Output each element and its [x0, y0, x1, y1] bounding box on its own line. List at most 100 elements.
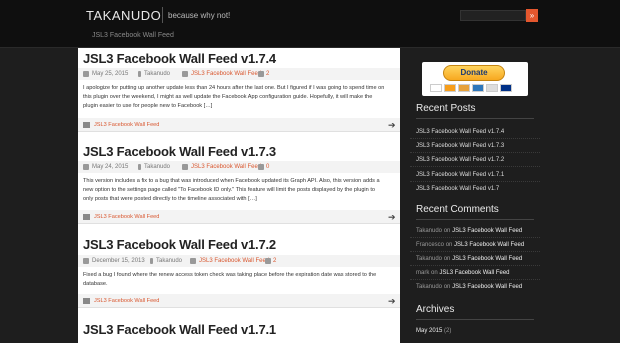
search-button[interactable]: »: [526, 9, 538, 22]
calendar-icon: [83, 71, 89, 77]
footer-category[interactable]: JSL3 Facebook Wall Feed: [94, 298, 159, 304]
post-excerpt: This version includes a fix to a bug tha…: [83, 177, 399, 203]
search-arrow-icon: »: [529, 11, 535, 20]
divider: [410, 279, 540, 280]
post-author[interactable]: Takanudo: [144, 164, 170, 170]
search-input[interactable]: [460, 10, 526, 21]
comment-author[interactable]: mark: [416, 270, 429, 276]
post-footer: JSL3 Facebook Wall Feed ➔: [78, 118, 400, 132]
recent-post-link[interactable]: JSL3 Facebook Wall Feed v1.7: [416, 186, 499, 192]
payment-cards: [430, 84, 520, 93]
post-footer: JSL3 Facebook Wall Feed ➔: [78, 294, 400, 308]
recent-post-link[interactable]: JSL3 Facebook Wall Feed v1.7.4: [416, 129, 504, 135]
post-excerpt: Fixed a bug I found where the renew acce…: [83, 271, 399, 289]
comment-on-text: on: [443, 256, 451, 262]
post-category[interactable]: JSL3 Facebook Wall Feed: [191, 71, 261, 77]
recent-comment: mark on JSL3 Facebook Wall Feed: [416, 270, 510, 276]
post-title[interactable]: JSL3 Facebook Wall Feed v1.7.1: [83, 322, 276, 337]
excerpt-line: plugin easier to use for people new to F…: [83, 102, 213, 109]
calendar-icon: [83, 164, 89, 170]
donate-widget: Donate: [422, 62, 528, 96]
read-more-arrow-icon[interactable]: ➔: [388, 296, 396, 306]
post-footer: JSL3 Facebook Wall Feed ➔: [78, 210, 400, 224]
comment-icon: [265, 258, 271, 264]
post-author[interactable]: Takanudo: [156, 258, 182, 264]
author-icon: [150, 258, 153, 264]
recent-comment: Takanudo on JSL3 Facebook Wall Feed: [416, 256, 522, 262]
post-title[interactable]: JSL3 Facebook Wall Feed v1.7.3: [83, 144, 276, 159]
comment-count[interactable]: 0: [266, 164, 269, 170]
post-list: JSL3 Facebook Wall Feed v1.7.4 May 25, 2…: [78, 48, 400, 343]
excerpt-line: This version includes a fix to a bug tha…: [83, 178, 380, 184]
post-date: May 24, 2015: [92, 164, 129, 170]
post-author[interactable]: Takanudo: [144, 71, 170, 77]
comment-author[interactable]: Takanudo: [416, 228, 442, 234]
folder-icon: [83, 122, 90, 128]
comment-author[interactable]: Takanudo: [416, 284, 442, 290]
comment-on-text: on: [443, 228, 451, 234]
footer-category[interactable]: JSL3 Facebook Wall Feed: [94, 214, 159, 220]
nav-item-jsl3-facebook-wall-feed[interactable]: JSL3 Facebook Wall Feed: [92, 32, 174, 39]
recent-comment: Francesco on JSL3 Facebook Wall Feed: [416, 242, 524, 248]
post-date: December 15, 2013: [92, 258, 145, 264]
comment-on-text: on: [445, 242, 453, 248]
visa-card-icon: [430, 84, 442, 92]
widget-divider: [416, 219, 534, 220]
comment-author[interactable]: Francesco: [416, 242, 444, 248]
footer-category[interactable]: JSL3 Facebook Wall Feed: [94, 122, 159, 128]
comment-post-link[interactable]: JSL3 Facebook Wall Feed: [439, 270, 509, 276]
site-title[interactable]: TAKANUDO: [86, 8, 161, 23]
recent-post-link[interactable]: JSL3 Facebook Wall Feed v1.7.2: [416, 157, 504, 163]
comment-author[interactable]: Takanudo: [416, 256, 442, 262]
divider: [410, 166, 540, 167]
post-meta: December 15, 2013 Takanudo JSL3 Facebook…: [78, 255, 400, 267]
site-header: TAKANUDO because why not! » JSL3 Faceboo…: [0, 0, 620, 48]
archive-item: May 2015 (2): [416, 328, 451, 334]
read-more-arrow-icon[interactable]: ➔: [388, 212, 396, 222]
post-title[interactable]: JSL3 Facebook Wall Feed v1.7.2: [83, 237, 276, 252]
comment-post-link[interactable]: JSL3 Facebook Wall Feed: [452, 256, 522, 262]
post-category[interactable]: JSL3 Facebook Wall Feed: [191, 164, 261, 170]
widget-divider: [416, 118, 534, 119]
archive-count: (2): [444, 328, 452, 334]
recent-comment: Takanudo on JSL3 Facebook Wall Feed: [416, 284, 522, 290]
discover-card-icon: [458, 84, 470, 92]
divider: [410, 237, 540, 238]
excerpt-line: Fixed a bug I found where the renew acce…: [83, 272, 377, 278]
excerpt-line: database.: [83, 280, 108, 287]
archives-title: Archives: [416, 304, 455, 315]
author-icon: [138, 164, 141, 170]
excerpt-line: new option to the settings page called "…: [83, 186, 376, 193]
recent-comment: Takanudo on JSL3 Facebook Wall Feed: [416, 228, 522, 234]
mastercard-icon: [444, 84, 456, 92]
comment-icon: [258, 164, 264, 170]
paypal-card-icon: [500, 84, 512, 92]
comment-count[interactable]: 2: [266, 71, 269, 77]
folder-icon: [182, 164, 188, 170]
folder-icon: [83, 298, 90, 304]
recent-comments-title: Recent Comments: [416, 204, 499, 215]
read-more-arrow-icon[interactable]: ➔: [388, 120, 396, 130]
comment-count[interactable]: 2: [273, 258, 276, 264]
calendar-icon: [83, 258, 89, 264]
post-meta: May 24, 2015 Takanudo JSL3 Facebook Wall…: [78, 161, 400, 173]
comment-post-link[interactable]: JSL3 Facebook Wall Feed: [452, 284, 522, 290]
divider: [410, 265, 540, 266]
post-title[interactable]: JSL3 Facebook Wall Feed v1.7.4: [83, 51, 276, 66]
widget-divider: [416, 319, 534, 320]
amex-card-icon: [472, 84, 484, 92]
post-date: May 25, 2015: [92, 71, 129, 77]
folder-icon: [182, 71, 188, 77]
site-tagline: because why not!: [168, 11, 231, 20]
recent-post-link[interactable]: JSL3 Facebook Wall Feed v1.7.1: [416, 172, 504, 178]
post-meta: May 25, 2015 Takanudo JSL3 Facebook Wall…: [78, 68, 400, 80]
post-category[interactable]: JSL3 Facebook Wall Feed: [199, 258, 269, 264]
recent-post-link[interactable]: JSL3 Facebook Wall Feed v1.7.3: [416, 143, 504, 149]
comment-post-link[interactable]: JSL3 Facebook Wall Feed: [452, 228, 522, 234]
comment-post-link[interactable]: JSL3 Facebook Wall Feed: [454, 242, 524, 248]
divider: [410, 251, 540, 252]
donate-button[interactable]: Donate: [443, 65, 505, 81]
divider: [410, 152, 540, 153]
comment-on-text: on: [443, 284, 451, 290]
archive-link[interactable]: May 2015: [416, 328, 442, 334]
